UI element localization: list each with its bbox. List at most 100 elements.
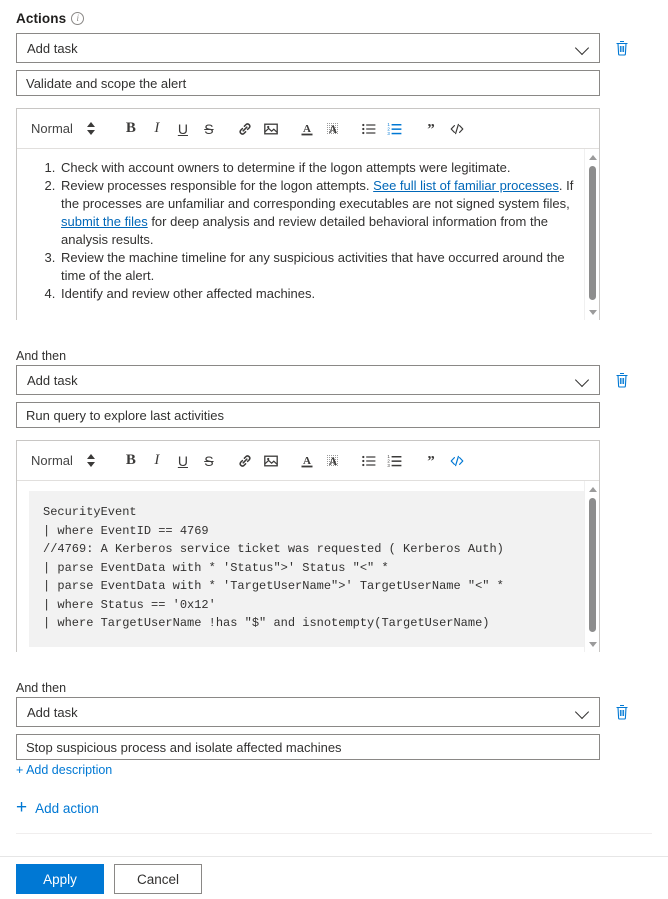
- action-1-font-color-button[interactable]: A: [294, 116, 320, 142]
- action-2-highlight-color-button[interactable]: A: [320, 448, 346, 474]
- action-1-highlight-color-button[interactable]: A: [320, 116, 346, 142]
- action-1-ordered-list: Check with account owners to determine i…: [29, 159, 575, 303]
- action-2-title-input[interactable]: Run query to explore last activities: [16, 402, 600, 428]
- svg-text:3: 3: [387, 462, 390, 467]
- familiar-processes-link[interactable]: See full list of familiar processes: [373, 178, 559, 193]
- action-2-link-button[interactable]: [232, 448, 258, 474]
- link-icon: [237, 453, 253, 469]
- action-2-style-dropdown[interactable]: Normal: [31, 453, 96, 468]
- actions-panel: Actions i Add task Validate and scope th…: [0, 0, 668, 899]
- action-1-image-button[interactable]: [258, 116, 284, 142]
- chevron-down-icon: [576, 41, 590, 55]
- action-3-title-row: Stop suspicious process and isolate affe…: [16, 734, 600, 760]
- action-2-blockquote-button[interactable]: ”: [418, 448, 444, 474]
- updown-arrows-icon: [87, 453, 96, 468]
- action-1-title-input[interactable]: Validate and scope the alert: [16, 70, 600, 96]
- svg-text:”: ”: [427, 453, 435, 469]
- svg-text:3: 3: [387, 130, 390, 135]
- list-item: Review the machine timeline for any susp…: [59, 249, 575, 285]
- action-2-code-block-button[interactable]: [444, 448, 470, 474]
- scroll-thumb[interactable]: [589, 498, 596, 632]
- action-3-task-select[interactable]: Add task: [16, 697, 600, 727]
- action-2-delete-button[interactable]: [610, 368, 634, 392]
- action-1-strikethrough-button[interactable]: S: [196, 116, 222, 142]
- action-1-editor-toolbar: Normal B I U S: [17, 109, 599, 149]
- action-1-delete-button[interactable]: [610, 36, 634, 60]
- action-1-bulleted-list-button[interactable]: [356, 116, 382, 142]
- trash-icon: [614, 40, 630, 56]
- action-1-editor-body[interactable]: Check with account owners to determine i…: [17, 149, 599, 320]
- highlight-color-icon: A: [325, 453, 341, 469]
- code-icon: [449, 121, 465, 137]
- action-2-task-select-row: Add task: [16, 365, 634, 395]
- scroll-down-arrow-icon[interactable]: [585, 305, 599, 319]
- svg-text:A: A: [329, 456, 338, 468]
- plus-icon: +: [16, 798, 27, 817]
- action-2-image-button[interactable]: [258, 448, 284, 474]
- action-3-task-select-row: Add task: [16, 697, 634, 727]
- page-title: Actions: [16, 11, 66, 26]
- action-1-task-select-row: Add task: [16, 33, 634, 63]
- action-2-editor-toolbar: Normal B I U S: [17, 441, 599, 481]
- action-1-title-row: Validate and scope the alert: [16, 70, 600, 96]
- action-1-editor-content: Check with account owners to determine i…: [17, 149, 599, 311]
- svg-text:”: ”: [427, 121, 435, 137]
- action-1-blockquote-button[interactable]: ”: [418, 116, 444, 142]
- action-2-title-row: Run query to explore last activities: [16, 402, 600, 428]
- apply-button[interactable]: Apply: [16, 864, 104, 894]
- action-2-task-select-value: Add task: [27, 373, 78, 388]
- action-1-underline-button[interactable]: U: [170, 116, 196, 142]
- updown-arrows-icon: [87, 121, 96, 136]
- highlight-color-icon: A: [325, 121, 341, 137]
- action-2-strikethrough-button[interactable]: S: [196, 448, 222, 474]
- footer-divider: [0, 856, 668, 857]
- action-1-italic-button[interactable]: I: [144, 116, 170, 142]
- action-2-task-select[interactable]: Add task: [16, 365, 600, 395]
- add-description-button[interactable]: + Add description: [16, 763, 112, 777]
- action-1-task-select[interactable]: Add task: [16, 33, 600, 63]
- bullet-list-icon: [361, 453, 377, 469]
- svg-text:A: A: [303, 455, 311, 467]
- action-2-scrollbar[interactable]: [584, 481, 599, 652]
- action-2-editor: Normal B I U S: [16, 440, 600, 652]
- action-2-bold-button[interactable]: B: [118, 448, 144, 474]
- action-1-code-block-button[interactable]: [444, 116, 470, 142]
- action-1-style-value: Normal: [31, 121, 73, 136]
- action-2-style-value: Normal: [31, 453, 73, 468]
- action-1-editor: Normal B I U S: [16, 108, 600, 320]
- action-1-link-button[interactable]: [232, 116, 258, 142]
- action-3-task-select-value: Add task: [27, 705, 78, 720]
- scroll-thumb[interactable]: [589, 166, 596, 300]
- action-3-delete-button[interactable]: [610, 700, 634, 724]
- submit-files-link[interactable]: submit the files: [61, 214, 148, 229]
- action-1-style-dropdown[interactable]: Normal: [31, 121, 96, 136]
- add-action-button[interactable]: + Add action: [16, 799, 99, 818]
- action-2-numbered-list-button[interactable]: 1 2 3: [382, 448, 408, 474]
- action-2-underline-button[interactable]: U: [170, 448, 196, 474]
- action-3-title-input[interactable]: Stop suspicious process and isolate affe…: [16, 734, 600, 760]
- code-icon: [449, 453, 465, 469]
- list-item: Review processes responsible for the log…: [59, 177, 575, 249]
- scroll-up-arrow-icon[interactable]: [585, 150, 599, 164]
- action-2-bulleted-list-button[interactable]: [356, 448, 382, 474]
- cancel-button[interactable]: Cancel: [114, 864, 202, 894]
- quote-icon: ”: [423, 453, 439, 469]
- image-icon: [263, 453, 279, 469]
- scroll-down-arrow-icon[interactable]: [585, 637, 599, 651]
- action-2-editor-body[interactable]: SecurityEvent | where EventID == 4769 //…: [17, 481, 599, 652]
- svg-text:A: A: [303, 123, 311, 135]
- action-1-numbered-list-button[interactable]: 1 2 3: [382, 116, 408, 142]
- chevron-down-icon: [576, 373, 590, 387]
- numbered-list-icon: 1 2 3: [387, 453, 403, 469]
- section-divider: [16, 833, 652, 834]
- scroll-up-arrow-icon[interactable]: [585, 482, 599, 496]
- action-2-font-color-button[interactable]: A: [294, 448, 320, 474]
- action-1-bold-button[interactable]: B: [118, 116, 144, 142]
- svg-text:A: A: [329, 124, 338, 136]
- info-circle-icon[interactable]: i: [71, 12, 84, 25]
- action-2-italic-button[interactable]: I: [144, 448, 170, 474]
- action-3-and-then-label: And then: [16, 681, 66, 695]
- trash-icon: [614, 372, 630, 388]
- list-item: Check with account owners to determine i…: [59, 159, 575, 177]
- action-1-scrollbar[interactable]: [584, 149, 599, 320]
